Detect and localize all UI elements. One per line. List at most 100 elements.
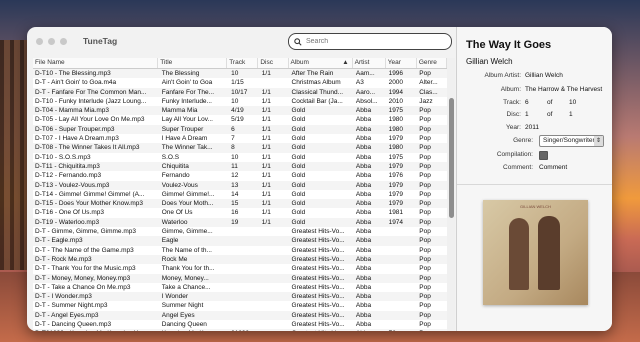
table-row[interactable]: D-T16 - One Of Us.mp3 One Of Us 16 1/1 Gold A…	[33, 208, 447, 217]
album-artist-field[interactable]: Gillian Welch	[525, 72, 563, 79]
artwork-figure-right	[538, 216, 560, 290]
cell-genre: Pop	[419, 302, 431, 310]
cell-artist: Abba	[355, 302, 372, 310]
table-row[interactable]: D-T - Take a Chance On Me.mp3 Take a Chan…	[33, 283, 447, 292]
table-row[interactable]: D-T21699 - Knowing Me Knowing Y...Knowin…	[33, 329, 447, 331]
comment-field[interactable]: Comment	[539, 164, 567, 171]
compilation-checkbox[interactable]	[539, 151, 548, 160]
year-field[interactable]: 2011	[525, 124, 539, 131]
column-header-file-name[interactable]: File Name	[33, 58, 159, 68]
table-row[interactable]: D-T - Fanfare For The Common Man... Fanfa…	[33, 87, 447, 97]
cell-title: Knowing Me Kn...	[160, 329, 229, 331]
table-row[interactable]: D-T - Gimme, Gimme, Gimme.mp3 Gimme, Gimm…	[33, 227, 447, 236]
album-field[interactable]: The Harrow & The Harvest	[525, 86, 602, 93]
cell-title: Fanfare For The...	[161, 88, 215, 96]
table-row[interactable]: D-T - Eagle.mp3 Eagle Greatest Hits-Vo... A…	[33, 236, 447, 246]
table-row[interactable]: D-T - Angel Eyes.mp3 Angel Eyes Greatest H…	[33, 310, 447, 321]
cell-year	[387, 246, 418, 255]
column-header-genre[interactable]: Genre	[417, 58, 447, 68]
table-row[interactable]: D-T19 - Waterloo.mp3 Waterloo 19 1/1 Gold Abb…	[33, 217, 447, 228]
column-header-album[interactable]: Album ▲	[289, 58, 353, 68]
search-field[interactable]	[288, 33, 452, 50]
album-artwork[interactable]: GILLIAN WELCH	[483, 200, 588, 305]
column-header-title[interactable]: Title	[158, 58, 228, 68]
app-title: TuneTag	[83, 36, 118, 46]
column-header-track[interactable]: Track	[227, 58, 259, 68]
table-row[interactable]: D-T12 - Fernando.mp3 Fernando 12 1/1 Gold Abb…	[33, 171, 447, 180]
table-row[interactable]: D-T13 - Voulez-Vous.mp3 Voulez-Vous 13 1/1 G…	[33, 180, 447, 190]
cell-artist: Abba	[355, 181, 372, 189]
table-row[interactable]: D-T - Summer Night.mp3 Summer Night Greate…	[33, 301, 447, 310]
cell-title: Ain't Goin' to Goa	[161, 79, 213, 87]
cell-year: 1974	[388, 218, 404, 226]
cell-disc	[260, 236, 290, 245]
close-button[interactable]	[36, 38, 43, 45]
track-label: Track:	[503, 99, 521, 106]
table-row[interactable]: D-T - Money, Money, Money.mp3 Money, Mone…	[33, 273, 447, 283]
cell-genre: Alter...	[419, 79, 438, 87]
table-row[interactable]: D-T07 - I Have A Dream.mp3 I Have A Dream…	[33, 134, 447, 143]
table-row[interactable]: D-T10 - The Blessing.mp3 The Blessing 10 1/…	[33, 69, 447, 79]
cell-genre: Pop	[419, 255, 431, 263]
cell-year	[387, 255, 418, 264]
cell-file-name: D-T05 - Lay All Your Love On Me.mp3	[35, 116, 145, 124]
cell-artist: Abba	[355, 255, 372, 263]
table-row[interactable]: D-T04 - Mamma Mia.mp3 Mamma Mia 4/19 1/1 Gol…	[33, 106, 447, 116]
table-row[interactable]: D-T15 - Does Your Mother Know.mp3 Does Yo…	[33, 199, 447, 209]
search-input[interactable]	[306, 38, 436, 45]
cell-track: 8	[231, 144, 235, 152]
table-row[interactable]: D-T - Dancing Queen.mp3 Dancing Queen Grea…	[33, 320, 447, 329]
cell-track: 14	[231, 190, 239, 198]
cell-artist: Abba	[355, 162, 372, 170]
cell-genre: Pop	[419, 283, 431, 291]
cell-artist: Abba	[355, 274, 372, 282]
cell-genre: Pop	[419, 293, 431, 301]
cell-disc	[260, 311, 290, 320]
songs-table: File Name Title Track Disc Album ▲ Artist…	[33, 58, 447, 331]
table-row[interactable]: D-T14 - Gimme! Gimme! Gimme! (A... Gimme!…	[33, 190, 447, 199]
cell-album: Greatest Hits-Vo...	[291, 255, 345, 263]
table-row[interactable]: D-T - Ain't Goin' to Goa.m4a Ain't Goin' …	[33, 78, 447, 87]
cell-disc: 1/1	[261, 116, 271, 124]
table-row[interactable]: D-T10 - S.O.S.mp3 S.O.S 10 1/1 Gold Abba 1975 P…	[33, 153, 447, 162]
cell-track: 10	[231, 70, 239, 77]
column-header-year[interactable]: Year	[386, 58, 417, 68]
table-row[interactable]: D-T05 - Lay All Your Love On Me.mp3 Lay A…	[33, 115, 447, 124]
cell-album: Greatest Hits-Vo...	[290, 329, 354, 331]
scrollbar-thumb[interactable]	[448, 98, 454, 218]
cell-genre: Pop	[417, 329, 447, 331]
column-header-artist[interactable]: Artist	[353, 58, 386, 68]
cell-track: 15	[231, 200, 239, 208]
cell-genre: Pop	[419, 190, 431, 198]
table-row[interactable]: D-T - Rock Me.mp3 Rock Me Greatest Hits-Vo…	[33, 254, 447, 265]
table-row[interactable]: D-T - Thank You for the Music.mp3 Thank Y…	[33, 264, 447, 273]
track-total-field[interactable]: 10	[569, 99, 576, 106]
track-field[interactable]: 6	[525, 99, 529, 106]
column-header-disc[interactable]: Disc	[258, 58, 289, 68]
cell-year	[387, 311, 418, 320]
genre-select[interactable]: Singer/Songwriter ⇕	[539, 135, 604, 147]
cell-year: 1979	[388, 135, 404, 143]
minimize-button[interactable]	[48, 38, 55, 45]
cell-album: Greatest Hits-Vo...	[291, 311, 345, 319]
table-row[interactable]: D-T10 - Funky Interlude (Jazz Loung... Fu…	[33, 97, 447, 106]
cell-track: 13	[231, 181, 239, 189]
cell-file-name: D-T12 - Fernando.mp3	[35, 172, 102, 180]
cell-file-name: D-T10 - S.O.S.mp3	[35, 153, 91, 161]
table-row[interactable]: D-T11 - Chiquitita.mp3 Chiquitita 11 1/1 Gol…	[33, 161, 447, 172]
table-scrollbar[interactable]	[447, 58, 455, 331]
cell-disc: 1/1	[261, 125, 271, 133]
cell-artist: Abba	[355, 237, 372, 245]
cell-disc: 1/1	[261, 70, 271, 77]
table-row[interactable]: D-T - The Name of the Game.mp3 The Name o…	[33, 246, 447, 255]
cell-year: 2010	[388, 97, 404, 105]
table-row[interactable]: D-T - I Wonder.mp3 I Wonder Greatest Hits-…	[33, 292, 447, 302]
zoom-button[interactable]	[60, 38, 67, 45]
table-row[interactable]: D-T08 - The Winner Takes It All.mp3 The W…	[33, 143, 447, 153]
disc-field[interactable]: 1	[525, 111, 529, 118]
cell-album: Greatest Hits-Vo...	[291, 302, 345, 310]
disc-total-field[interactable]: 1	[569, 111, 573, 118]
table-row[interactable]: D-T06 - Super Trouper.mp3 Super Trouper 6 1…	[33, 124, 447, 135]
table-body: D-T10 - The Blessing.mp3 The Blessing 10 1/…	[33, 69, 447, 331]
cell-album: Greatest Hits-Vo...	[291, 293, 345, 301]
